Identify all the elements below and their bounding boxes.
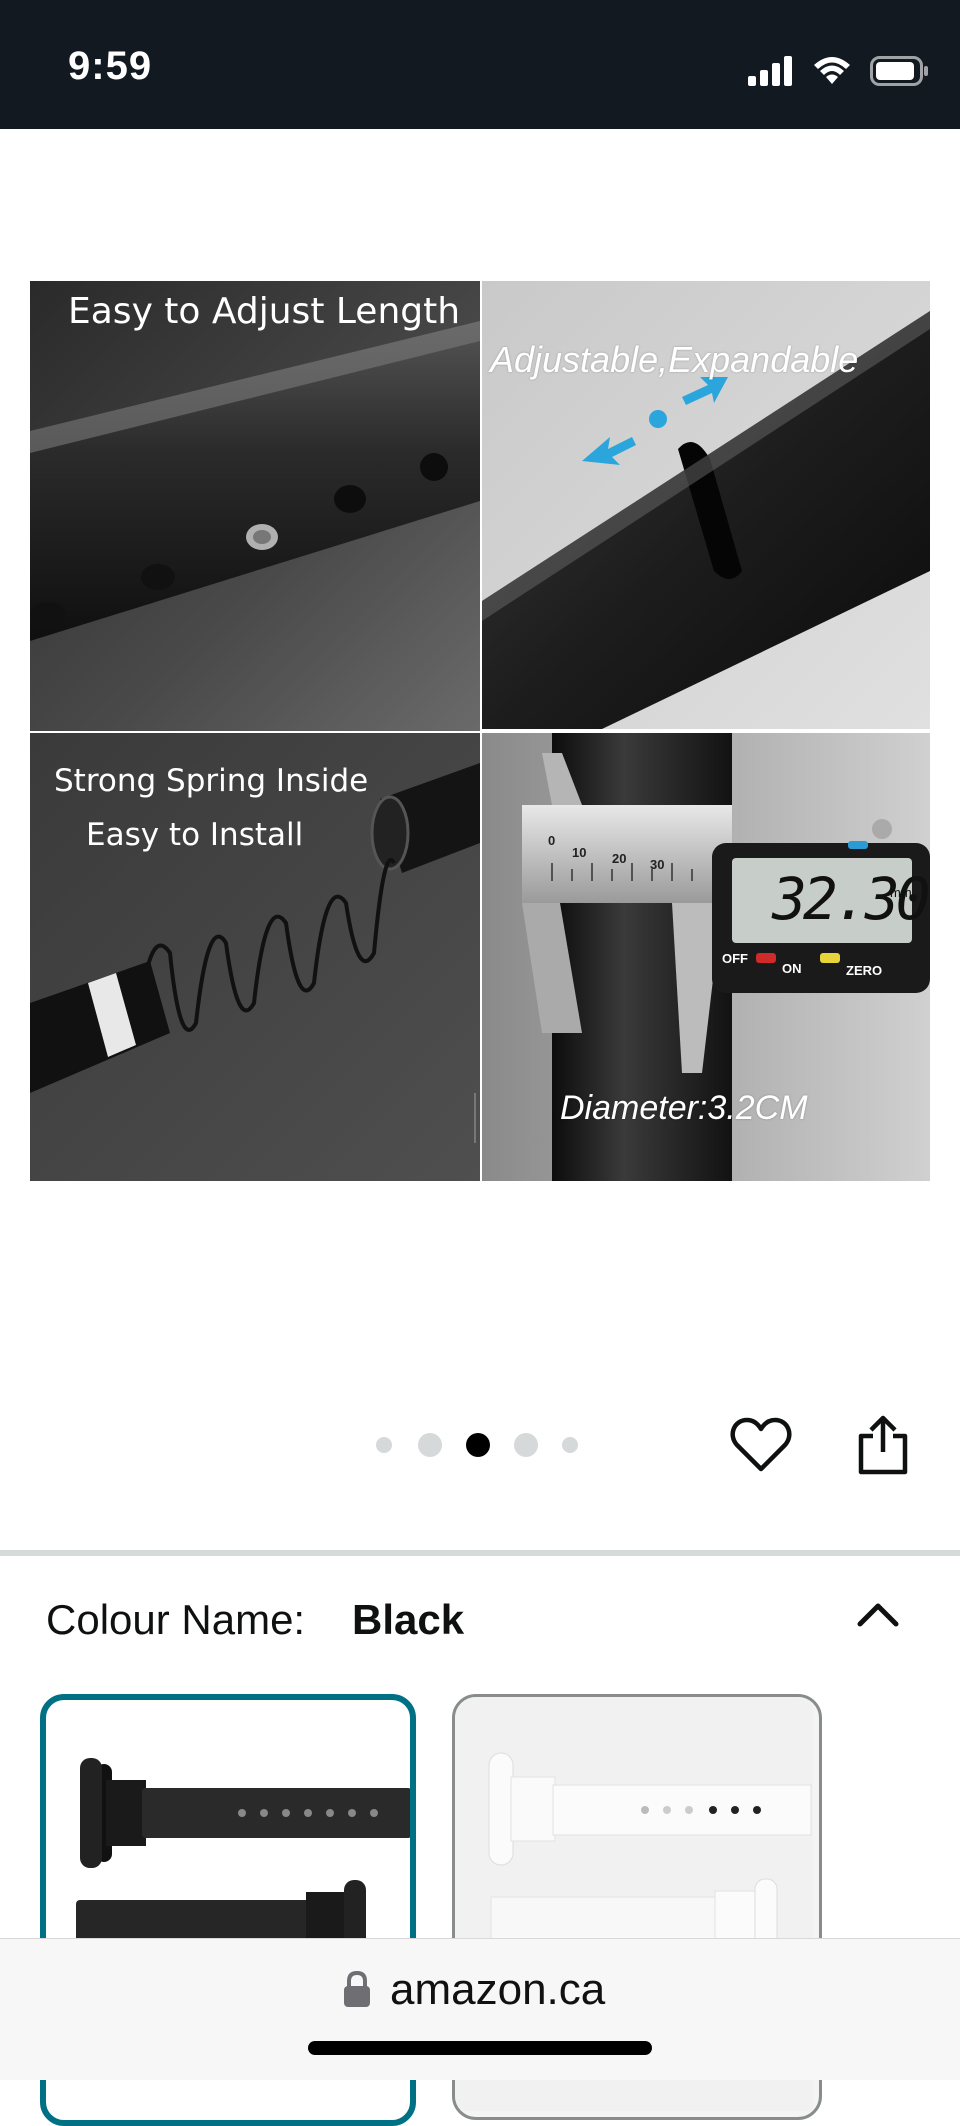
caliper-scale-10: 10: [572, 845, 587, 860]
caliper-scale-30: 30: [650, 857, 665, 872]
status-bar: 9:59: [0, 0, 960, 129]
share-icon: [858, 1415, 908, 1475]
caliper-scale-0: 0: [548, 833, 556, 848]
status-time: 9:59: [68, 44, 153, 88]
colour-section-toggle[interactable]: [848, 1584, 908, 1644]
caption-adjustable: Adjustable,Expandable: [490, 339, 859, 380]
wifi-icon: [814, 57, 850, 84]
section-divider: [0, 1550, 960, 1556]
tile-adjustable: Adjustable,Expandable: [482, 281, 930, 729]
colour-name-value: Black: [352, 1596, 465, 1643]
url-text[interactable]: amazon.ca: [390, 1965, 605, 2015]
wishlist-button[interactable]: [726, 1410, 796, 1480]
pagination-dot-3-active[interactable]: [466, 1433, 490, 1457]
chevron-up-icon: [857, 1603, 899, 1627]
product-image[interactable]: Easy to Adjust Length Adjustable,Expanda…: [30, 281, 930, 1181]
image-pagination[interactable]: [376, 1428, 578, 1462]
caliper-zero-label: ZERO: [846, 963, 883, 978]
tile-diameter: 32.30 mm OFF ON ZERO 0 10 20 30 Diameter…: [482, 733, 930, 1181]
tile-spring: Strong Spring Inside Easy to Install: [30, 733, 480, 1181]
tile-adjust-length: Easy to Adjust Length: [30, 281, 480, 731]
caliper-on-label: ON: [782, 961, 802, 976]
caliper-unit: mm: [890, 885, 912, 900]
caliper-off-label: OFF: [722, 951, 748, 966]
caliper-scale-20: 20: [612, 851, 627, 866]
pagination-dot-4[interactable]: [514, 1433, 538, 1457]
pagination-dot-5[interactable]: [562, 1437, 578, 1453]
lock-icon: [344, 1971, 370, 2007]
colour-name-label: Colour Name:: [46, 1596, 306, 1643]
caption-diameter: Diameter:3.2CM: [560, 1089, 808, 1127]
share-button[interactable]: [848, 1410, 918, 1480]
cellular-signal-icon: [748, 56, 792, 86]
caption-adjust-length: Easy to Adjust Length: [68, 291, 461, 332]
heart-icon: [730, 1417, 792, 1472]
caption-spring-line2: Easy to Install: [86, 817, 304, 853]
browser-url-bar[interactable]: amazon.ca: [0, 1938, 960, 2080]
caption-spring-line1: Strong Spring Inside: [54, 763, 369, 799]
pagination-dot-1[interactable]: [376, 1437, 392, 1453]
home-indicator: [308, 2041, 652, 2055]
status-icons: [748, 50, 930, 92]
pagination-dot-2[interactable]: [418, 1433, 442, 1457]
battery-icon: [870, 56, 928, 86]
